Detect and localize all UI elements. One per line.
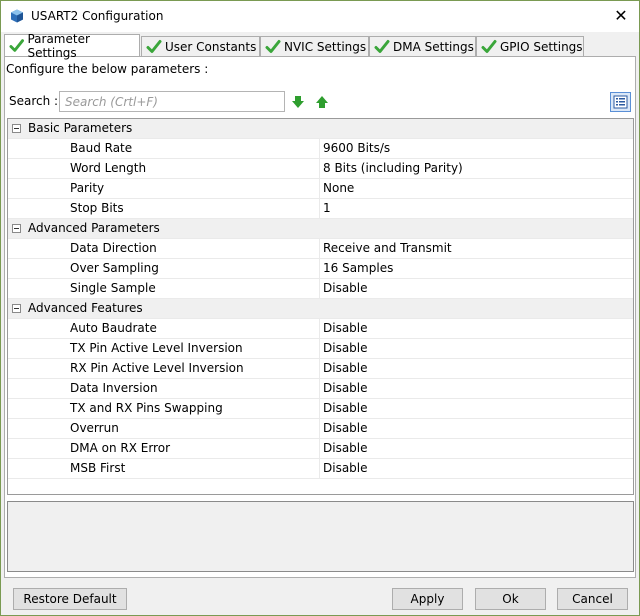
parameter-value[interactable]: Disable [321,439,368,458]
group-advanced-features[interactable]: Advanced Features [8,299,633,319]
parameter-value[interactable]: Disable [321,279,368,298]
parameter-row[interactable]: Data Direction Receive and Transmit [8,239,633,259]
checkmark-icon [9,38,24,52]
arrow-down-icon[interactable] [291,95,305,109]
group-advanced-parameters[interactable]: Advanced Parameters [8,219,633,239]
usart2-configuration-window: USART2 Configuration ✕ Parameter Setting… [0,0,640,616]
parameter-row[interactable]: MSB First Disable [8,459,633,479]
parameter-value[interactable]: Disable [321,379,368,398]
parameter-row[interactable]: Auto Baudrate Disable [8,319,633,339]
parameter-name: DMA on RX Error [8,439,320,458]
tab-label: DMA Settings [393,39,474,54]
tab-nvic-settings[interactable]: NVIC Settings [260,36,369,56]
collapse-icon[interactable] [12,304,21,313]
parameter-value[interactable]: 9600 Bits/s [321,139,390,158]
parameter-value[interactable]: Disable [321,359,368,378]
collapse-icon[interactable] [12,124,21,133]
group-basic-parameters[interactable]: Basic Parameters [8,119,633,139]
list-view-icon [613,95,628,109]
parameter-value[interactable]: 16 Samples [321,259,393,278]
parameter-row[interactable]: Parity None [8,179,633,199]
search-input[interactable] [59,91,285,112]
parameter-name: Data Inversion [8,379,320,398]
parameter-value[interactable]: Disable [321,319,368,338]
parameter-name: Baud Rate [8,139,320,158]
cancel-button[interactable]: Cancel [557,588,628,610]
apply-button[interactable]: Apply [392,588,463,610]
window-title: USART2 Configuration [31,9,164,23]
parameter-name: Over Sampling [8,259,320,278]
parameter-value[interactable]: Receive and Transmit [321,239,452,258]
tab-label: User Constants [165,39,257,54]
checkmark-icon [374,39,390,53]
tab-user-constants[interactable]: User Constants [141,36,260,56]
group-name: Basic Parameters [28,121,133,135]
description-pane [7,501,634,572]
parameter-row[interactable]: Word Length 8 Bits (including Parity) [8,159,633,179]
parameter-row[interactable]: Overrun Disable [8,419,633,439]
tab-label: NVIC Settings [284,39,367,54]
parameter-row[interactable]: Data Inversion Disable [8,379,633,399]
parameter-value[interactable]: 1 [321,199,331,218]
tab-label: Parameter Settings [27,31,90,60]
parameter-name: RX Pin Active Level Inversion [8,359,320,378]
parameter-row[interactable]: Stop Bits 1 [8,199,633,219]
tab-gpio-settings[interactable]: GPIO Settings [476,36,584,56]
parameter-name: Overrun [8,419,320,438]
arrow-up-icon[interactable] [315,95,329,109]
parameter-value[interactable]: 8 Bits (including Parity) [321,159,463,178]
checkmark-icon [265,39,281,53]
tab-label: GPIO Settings [500,39,583,54]
parameter-name: TX and RX Pins Swapping [8,399,320,418]
group-name: Advanced Features [28,301,143,315]
parameter-name: Data Direction [8,239,320,258]
title-bar: USART2 Configuration ✕ [1,1,639,32]
parameter-row[interactable]: DMA on RX Error Disable [8,439,633,459]
configure-instructions: Configure the below parameters : [6,62,209,76]
parameter-value[interactable]: Disable [321,419,368,438]
parameter-row[interactable]: TX Pin Active Level Inversion Disable [8,339,633,359]
parameter-row[interactable]: Over Sampling 16 Samples [8,259,633,279]
parameter-name: Word Length [8,159,320,178]
search-label: Search : [9,94,59,108]
parameter-row[interactable]: RX Pin Active Level Inversion Disable [8,359,633,379]
checkmark-icon [146,39,162,53]
parameter-name: MSB First [8,459,320,478]
parameter-row[interactable]: TX and RX Pins Swapping Disable [8,399,633,419]
close-button[interactable]: ✕ [611,5,631,27]
list-view-button[interactable] [610,92,631,112]
parameter-grid: Basic Parameters Baud Rate 9600 Bits/s Wo… [7,118,634,495]
parameter-name: Auto Baudrate [8,319,320,338]
checkmark-icon [481,39,497,53]
parameter-name: TX Pin Active Level Inversion [8,339,320,358]
parameter-value[interactable]: Disable [321,399,368,418]
tab-dma-settings[interactable]: DMA Settings [369,36,476,56]
parameter-row[interactable]: Single Sample Disable [8,279,633,299]
restore-default-button[interactable]: Restore Default [13,588,127,610]
close-icon: ✕ [614,6,628,25]
parameter-value[interactable]: Disable [321,339,368,358]
parameter-value[interactable]: Disable [321,459,368,478]
parameter-name: Single Sample [8,279,320,298]
parameter-value[interactable]: None [321,179,354,198]
cube-icon [11,9,23,23]
parameter-row[interactable]: Baud Rate 9600 Bits/s [8,139,633,159]
tab-parameter-settings[interactable]: Parameter Settings [4,32,140,60]
collapse-icon[interactable] [12,224,21,233]
parameter-name: Parity [8,179,320,198]
tab-bar: Parameter Settings User Constants NVIC S… [4,32,636,60]
ok-button[interactable]: Ok [475,588,546,610]
parameter-name: Stop Bits [8,199,320,218]
group-name: Advanced Parameters [28,221,160,235]
